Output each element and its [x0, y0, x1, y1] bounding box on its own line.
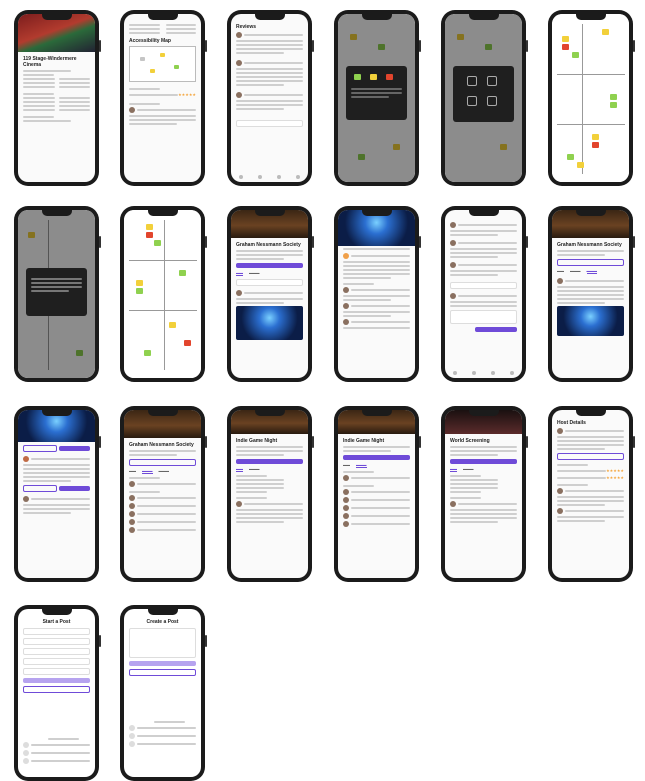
icon-legend-modal[interactable]: [453, 66, 514, 122]
phone-modal-icons: [441, 10, 528, 186]
phone-event-attendees-2: Indie Game Night ▬▬ ▬▬▬: [334, 406, 421, 582]
phone-floorplan: [548, 10, 635, 186]
accessibility-map-heading: Accessibility Map: [129, 38, 171, 44]
phone-comments: [441, 206, 528, 382]
notch: [41, 14, 72, 20]
floorplan-map[interactable]: [552, 14, 629, 182]
phone-create-post: Create a Post: [120, 605, 207, 781]
phone-modal-color: [334, 10, 421, 186]
reviews-heading: Reviews: [236, 24, 257, 30]
floorplan-info-modal[interactable]: [26, 268, 87, 316]
join-button[interactable]: [236, 263, 303, 268]
mini-map[interactable]: [129, 46, 196, 82]
phone-venue: 119 Stage-Windermere Cinema: [14, 10, 101, 186]
submit-button[interactable]: [23, 678, 90, 683]
phone-host-review: Host Details ★★★★★ ★★★★★: [548, 406, 635, 582]
phone-concert-feed: [334, 206, 421, 382]
event-title: Graham Nessmann Society: [129, 442, 194, 448]
floorplan-map[interactable]: [124, 210, 201, 378]
join-button[interactable]: [557, 259, 624, 266]
cancel-button[interactable]: [23, 686, 90, 693]
phone-floorplan-2: [120, 206, 207, 382]
phone-start-post: Start a Post: [14, 605, 101, 781]
follow-button[interactable]: [557, 453, 624, 460]
phone-post: [14, 406, 101, 582]
phone-event-detail: Indie Game Night ▬▬ ▬▬▬: [227, 406, 314, 582]
join-button[interactable]: [450, 459, 517, 464]
color-legend-modal[interactable]: [346, 66, 407, 120]
form-title: Create a Post: [146, 619, 179, 625]
phone-reviews: Reviews: [227, 10, 314, 186]
join-button[interactable]: [343, 455, 410, 460]
event-title: Graham Nessmann Society: [236, 242, 301, 248]
event-title: Indie Game Night: [236, 438, 278, 444]
phone-event: Graham Nessmann Society ▬▬ ▬▬▬: [227, 206, 314, 382]
host-details-heading: Host Details: [557, 420, 586, 426]
form-title: Start a Post: [42, 619, 71, 625]
phone-event-attendees: Graham Nessmann Society ▬▬ ▬▬▬ ▬▬▬: [120, 406, 207, 582]
event-title: Graham Nessmann Society: [557, 242, 622, 248]
event-title: World Screening: [450, 438, 490, 444]
cancel-button[interactable]: [129, 669, 196, 676]
join-button[interactable]: [129, 459, 196, 466]
venue-title: 119 Stage-Windermere Cinema: [23, 56, 77, 68]
join-button[interactable]: [236, 459, 303, 464]
submit-button[interactable]: [129, 661, 196, 666]
phone-event-discuss: Graham Nessmann Society ▬▬ ▬▬▬ ▬▬▬: [548, 206, 635, 382]
phone-floorplan-modal: [14, 206, 101, 382]
event-title: Indie Game Night: [343, 438, 385, 444]
phone-event-detail-2: World Screening ▬▬ ▬▬▬: [441, 406, 528, 582]
phone-venue-map: Accessibility Map ★★★★★: [120, 10, 207, 186]
